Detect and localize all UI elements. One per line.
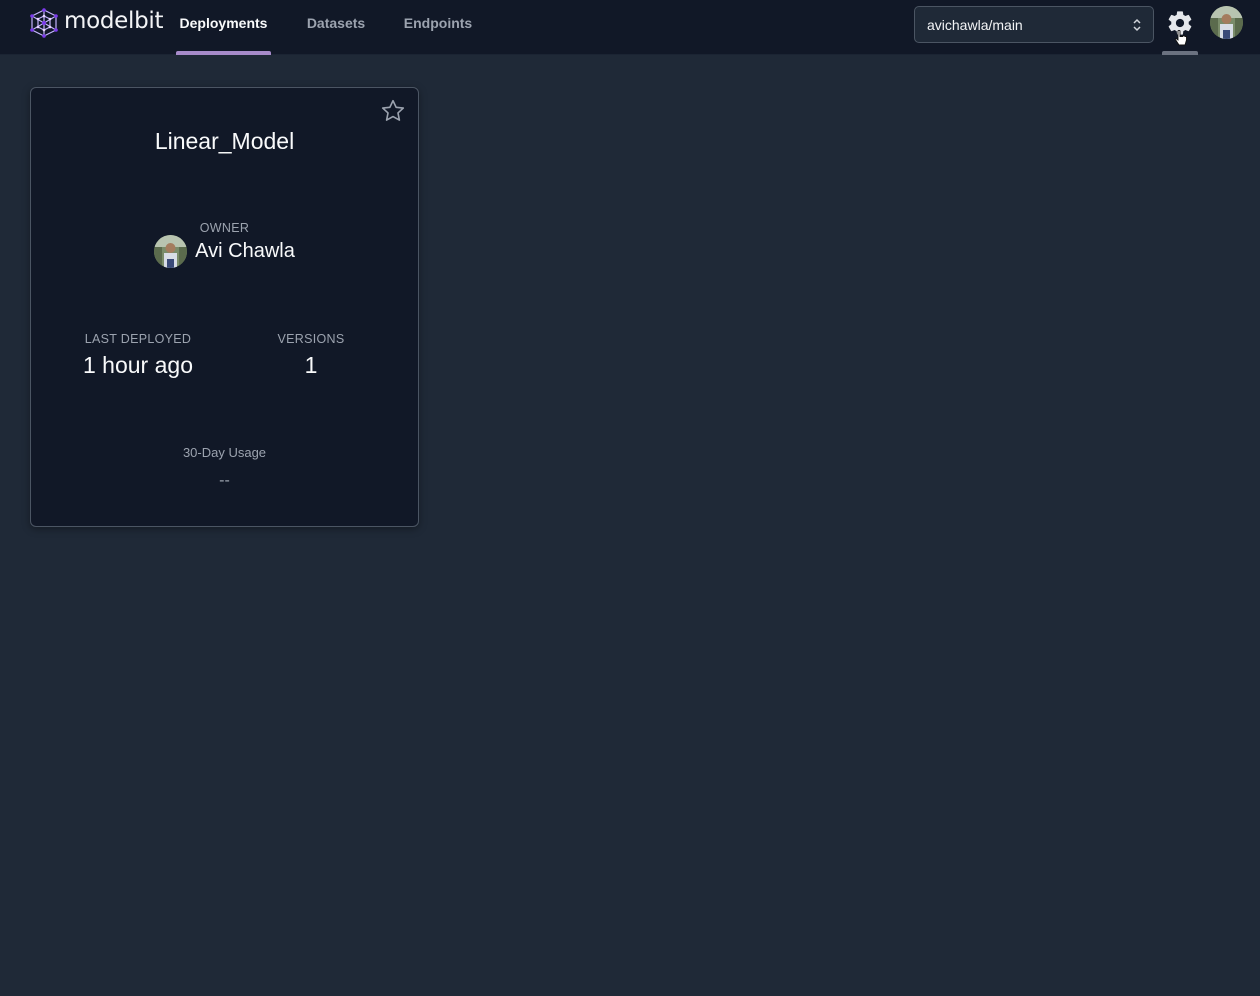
- tab-deployments[interactable]: Deployments: [176, 0, 271, 55]
- branch-select[interactable]: avichawla/main: [914, 6, 1154, 43]
- deployment-card[interactable]: Linear_Model OWNER Avi Chawla LAST DEPLO…: [30, 87, 419, 527]
- brand-name: modelbit: [64, 8, 164, 34]
- owner-avatar: [154, 235, 188, 268]
- mouse-pointer-icon: [1174, 30, 1187, 46]
- deployment-name[interactable]: Linear_Model: [31, 128, 418, 155]
- select-chevron-icon: [1133, 18, 1141, 32]
- versions-stat: VERSIONS 1: [231, 332, 391, 379]
- top-navigation-bar: modelbit Deployments Datasets Endpoints …: [0, 0, 1260, 55]
- user-avatar[interactable]: [1210, 6, 1243, 39]
- last-deployed-value: 1 hour ago: [83, 352, 193, 378]
- tab-endpoints[interactable]: Endpoints: [398, 0, 478, 55]
- settings-active-indicator: [1162, 51, 1198, 55]
- owner-label: OWNER: [199, 221, 250, 235]
- last-deployed-label: LAST DEPLOYED: [84, 332, 192, 346]
- versions-value: 1: [304, 352, 318, 378]
- branch-select-value: avichawla/main: [927, 16, 1023, 33]
- usage-value: --: [219, 472, 230, 489]
- owner-name: Avi Chawla: [195, 240, 295, 262]
- owner-avatar-image: [154, 235, 188, 268]
- modelbit-logo-icon: [30, 8, 58, 38]
- avatar-image: [1210, 6, 1243, 39]
- star-icon[interactable]: [380, 98, 406, 124]
- tab-datasets[interactable]: Datasets: [300, 0, 372, 55]
- last-deployed-stat: LAST DEPLOYED 1 hour ago: [58, 332, 218, 379]
- usage-label: 30-Day Usage: [182, 445, 267, 460]
- owner-info: Avi Chawla: [31, 235, 418, 268]
- versions-label: VERSIONS: [277, 332, 345, 346]
- logo[interactable]: modelbit: [28, 6, 164, 40]
